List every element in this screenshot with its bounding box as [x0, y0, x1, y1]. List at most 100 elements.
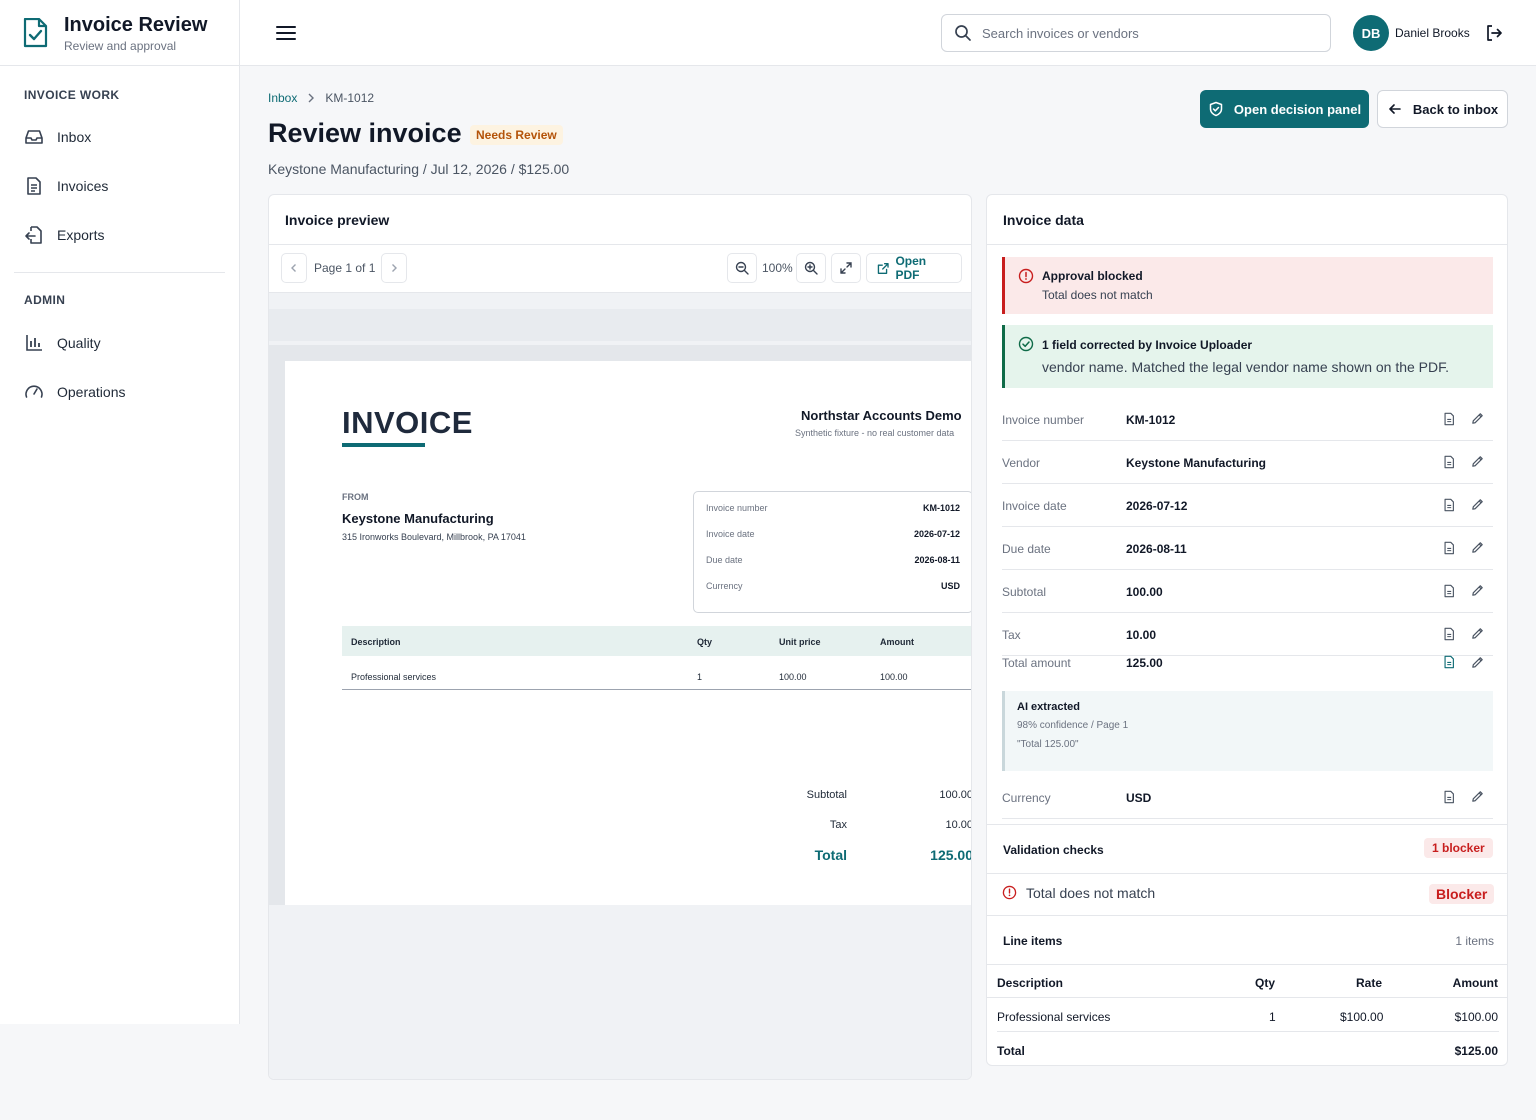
- source-document-icon[interactable]: [1442, 584, 1458, 600]
- alert-body: vendor name. Matched the legal vendor na…: [1042, 359, 1450, 375]
- sidebar-item-label: Exports: [57, 227, 105, 243]
- field-value: 100.00: [1126, 585, 1163, 599]
- gauge-icon: [25, 385, 43, 398]
- search-icon: [955, 25, 971, 41]
- li-th-rate: Rate: [1356, 976, 1383, 990]
- doc-fixture-note: Synthetic fixture - no real customer dat…: [795, 428, 955, 438]
- page-indicator: Page 1 of 1: [314, 261, 376, 275]
- source-document-icon[interactable]: [1442, 655, 1458, 671]
- li-row-rate: $100.00: [1340, 1010, 1384, 1024]
- doc-meta-box: Invoice number KM-1012 Invoice date 2026-0…: [693, 491, 971, 613]
- doc-th-amount: Amount: [880, 637, 914, 647]
- zoom-in-icon: [804, 261, 818, 275]
- zoom-out-icon: [735, 261, 749, 275]
- nav-section-admin: ADMIN: [24, 293, 66, 307]
- open-decision-panel-button[interactable]: Open decision panel: [1200, 90, 1369, 128]
- source-document-icon[interactable]: [1442, 627, 1458, 643]
- sidebar-item-quality[interactable]: Quality: [0, 323, 239, 363]
- hamburger-menu-icon[interactable]: [274, 22, 298, 44]
- search-input[interactable]: [982, 25, 1302, 41]
- next-page-button[interactable]: [381, 253, 407, 283]
- li-row-description: Professional services: [997, 1010, 1111, 1024]
- back-to-inbox-label: Back to inbox: [1412, 101, 1499, 117]
- sidebar-item-label: Invoices: [57, 178, 109, 194]
- doc-subtotal-value: 100.00: [939, 789, 972, 801]
- document-icon: [27, 177, 41, 195]
- logout-icon[interactable]: [1484, 23, 1504, 43]
- field-value: 2026-07-12: [1126, 499, 1188, 513]
- sidebar-item-inbox[interactable]: Inbox: [0, 117, 239, 157]
- app-title: Invoice Review: [64, 13, 208, 36]
- li-row-qty: 1: [1269, 1010, 1276, 1024]
- field-label: Tax: [1002, 628, 1021, 642]
- field-row-vendor: Vendor Keystone Manufacturing: [1002, 441, 1493, 484]
- topbar: DB Daniel Brooks: [240, 0, 1536, 66]
- back-to-inbox-button[interactable]: Back to inbox: [1377, 90, 1508, 128]
- field-label: Vendor: [1002, 456, 1041, 470]
- doc-row-amount: 100.00: [880, 672, 908, 682]
- field-label: Subtotal: [1002, 585, 1047, 599]
- meta-value: KM-1012: [922, 503, 960, 513]
- breadcrumb-current: KM-1012: [325, 91, 375, 105]
- source-document-icon[interactable]: [1442, 498, 1458, 514]
- edit-pencil-icon[interactable]: [1470, 497, 1486, 513]
- open-decision-panel-label: Open decision panel: [1233, 101, 1362, 117]
- doc-row-unit-price: 100.00: [779, 672, 807, 682]
- source-document-icon[interactable]: [1442, 455, 1458, 471]
- source-document-icon[interactable]: [1442, 541, 1458, 557]
- invoice-preview-panel: Invoice preview Page 1 of 1 100% Open PD…: [268, 194, 972, 1080]
- zoom-in-button[interactable]: [796, 253, 826, 283]
- meta-key: Currency: [706, 581, 743, 591]
- meta-key: Due date: [706, 555, 743, 565]
- sidebar: Invoice Review Review and approval INVOI…: [0, 0, 240, 1024]
- li-th-description: Description: [997, 976, 1064, 990]
- li-th-qty: Qty: [1255, 976, 1276, 990]
- field-corrected-alert: 1 field corrected by Invoice Uploader ve…: [1002, 325, 1493, 388]
- field-label: Total amount: [1002, 656, 1071, 670]
- doc-table-line: [342, 689, 971, 690]
- breadcrumb-inbox-link[interactable]: Inbox: [268, 91, 297, 105]
- li-row-amount: $100.00: [1454, 1010, 1498, 1024]
- user-menu: DB Daniel Brooks: [1353, 15, 1504, 51]
- sidebar-item-label: Operations: [57, 384, 126, 400]
- doc-th-description: Description: [351, 637, 401, 647]
- canvas-band: [269, 309, 971, 341]
- edit-pencil-icon[interactable]: [1470, 655, 1486, 671]
- checklist-document-icon: [23, 17, 48, 47]
- meta-value: 2026-08-11: [914, 555, 960, 565]
- sidebar-item-exports[interactable]: Exports: [0, 215, 239, 255]
- sidebar-item-operations[interactable]: Operations: [0, 372, 239, 412]
- source-document-icon[interactable]: [1442, 790, 1458, 806]
- edit-pencil-icon[interactable]: [1470, 583, 1486, 599]
- chevron-right-icon: [392, 264, 397, 272]
- zoom-out-button[interactable]: [727, 253, 757, 283]
- meta-value: USD: [940, 581, 960, 591]
- doc-from-label: FROM: [342, 492, 369, 502]
- validation-item: Total does not match Blocker: [987, 874, 1507, 916]
- edit-pencil-icon[interactable]: [1470, 540, 1486, 556]
- field-value: KM-1012: [1126, 413, 1176, 427]
- li-divider: [987, 997, 1507, 998]
- avatar[interactable]: DB: [1353, 15, 1389, 51]
- open-pdf-button[interactable]: Open PDF: [866, 253, 962, 283]
- doc-vendor: Keystone Manufacturing: [342, 511, 494, 526]
- prev-page-button[interactable]: [281, 253, 307, 283]
- doc-heading: INVOICE: [342, 405, 473, 440]
- sidebar-item-invoices[interactable]: Invoices: [0, 166, 239, 206]
- edit-pencil-icon[interactable]: [1470, 789, 1486, 805]
- field-label: Due date: [1002, 542, 1051, 556]
- doc-total-label: Total: [814, 847, 847, 863]
- edit-pencil-icon[interactable]: [1470, 626, 1486, 642]
- doc-row-qty: 1: [697, 672, 703, 682]
- edit-pencil-icon[interactable]: [1470, 454, 1486, 470]
- fullscreen-button[interactable]: [831, 253, 861, 283]
- edit-pencil-icon[interactable]: [1470, 411, 1486, 427]
- source-document-icon[interactable]: [1442, 412, 1458, 428]
- external-link-icon: [877, 262, 889, 274]
- blocker-badge: Blocker: [1429, 884, 1495, 904]
- arrow-left-icon: [1389, 104, 1401, 114]
- doc-total-value: 125.00: [930, 847, 972, 863]
- ai-extracted-detail: AI extracted 98% confidence / Page 1 "To…: [1002, 691, 1493, 771]
- meta-key: Invoice number: [706, 503, 768, 513]
- invoice-document: INVOICE Northstar Accounts Demo Syntheti…: [285, 361, 972, 905]
